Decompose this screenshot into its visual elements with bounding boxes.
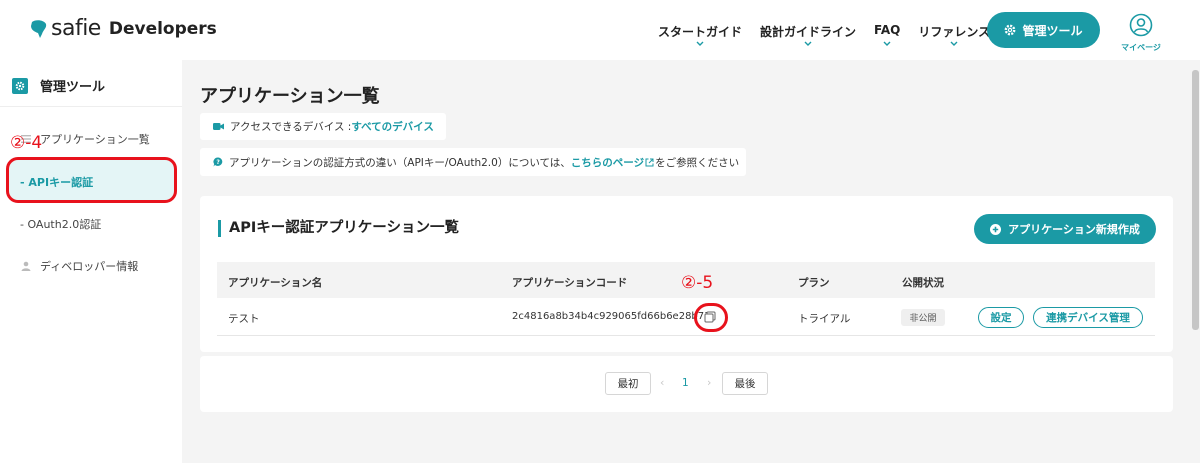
nav-reference[interactable]: リファレンス <box>918 23 991 46</box>
safie-logo-icon <box>31 20 47 38</box>
management-tool-button[interactable]: 管理ツール <box>987 12 1100 48</box>
column-header-app-name: アプリケーション名 <box>228 277 323 289</box>
auth-method-note: ? アプリケーションの認証方式の違い（APIキー/OAuth2.0）については、… <box>200 148 746 176</box>
card-title: APIキー認証アプリケーション一覧 <box>218 220 459 237</box>
nav-label: スタートガイド <box>658 25 743 39</box>
device-info-prefix: アクセスできるデバイス : <box>230 121 352 133</box>
sidebar-item-oauth[interactable]: - OAuth2.0認証 <box>20 216 101 232</box>
site-logo[interactable]: safie Developers <box>30 16 217 41</box>
current-page-number[interactable]: 1 <box>682 377 689 389</box>
plus-circle-icon <box>990 223 1002 235</box>
auth-note-suffix: をご参照ください <box>655 156 740 169</box>
person-icon <box>21 261 31 271</box>
help-bubble-icon: ? <box>213 157 223 167</box>
status-badge: 非公開 <box>901 309 945 326</box>
scrollbar-thumb[interactable] <box>1192 70 1199 330</box>
sidebar-item-developer-info[interactable]: ディベロッパー情報 <box>20 258 138 274</box>
settings-button[interactable]: 設定 <box>978 307 1024 328</box>
column-header-status: 公開状況 <box>902 277 944 289</box>
sidebar-header: 管理ツール <box>12 76 105 95</box>
all-devices-link[interactable]: すべてのデバイス <box>351 119 434 134</box>
device-access-info: アクセスできるデバイス : すべてのデバイス <box>200 113 446 140</box>
logo-brand-text: safie <box>51 16 101 41</box>
next-page-arrow[interactable]: › <box>707 376 711 389</box>
user-icon <box>1129 13 1153 37</box>
auth-note-prefix: アプリケーションの認証方式の違い（APIキー/OAuth2.0）については、 <box>229 156 571 169</box>
sidebar-title: 管理ツール <box>40 80 106 95</box>
cell-app-name: テスト <box>228 313 260 325</box>
page-title: アプリケーション一覧 <box>200 86 380 107</box>
auth-info-page-link[interactable]: こちらのページ <box>571 155 644 170</box>
create-application-label: アプリケーション新規作成 <box>1008 223 1140 236</box>
svg-text:?: ? <box>216 159 220 166</box>
nav-label: リファレンス <box>918 25 991 39</box>
chevron-down-icon <box>696 41 704 46</box>
table-row-divider <box>217 335 1155 336</box>
top-header: safie Developers スタートガイド 設計ガイドライン FAQ リフ… <box>0 0 1200 60</box>
sidebar-item-label: アプリケーション一覧 <box>40 133 150 146</box>
video-camera-icon <box>213 123 224 130</box>
nav-start-guide[interactable]: スタートガイド <box>658 23 743 46</box>
column-header-plan: プラン <box>798 277 830 289</box>
nav-design-guideline[interactable]: 設計ガイドライン <box>760 23 857 46</box>
chevron-down-icon <box>804 41 812 46</box>
sidebar-item-label: - OAuth2.0認証 <box>20 218 102 231</box>
logo-suffix-text: Developers <box>108 18 217 39</box>
sidebar-divider <box>0 106 182 107</box>
chevron-down-icon <box>883 41 891 46</box>
mypage-label: マイページ <box>1121 43 1161 52</box>
first-page-button[interactable]: 最初 <box>605 372 651 395</box>
gear-icon <box>1005 24 1016 36</box>
nav-label: 設計ガイドライン <box>760 25 857 39</box>
settings-icon <box>12 77 28 94</box>
annotation-highlight-circle <box>694 303 728 332</box>
management-tool-label: 管理ツール <box>1022 23 1083 38</box>
column-header-app-code: アプリケーションコード <box>512 277 628 289</box>
last-page-button[interactable]: 最後 <box>722 372 768 395</box>
nav-label: FAQ <box>874 23 901 37</box>
nav-faq[interactable]: FAQ <box>874 23 901 46</box>
annotation-highlight-box <box>6 157 177 203</box>
annotation-label-2-4: ②-4 <box>10 133 43 153</box>
sidebar-item-label: ディベロッパー情報 <box>40 260 139 273</box>
create-application-button[interactable]: アプリケーション新規作成 <box>974 214 1156 244</box>
cell-plan: トライアル <box>798 313 851 325</box>
main-nav: スタートガイド 設計ガイドライン FAQ リファレンス <box>658 23 1008 46</box>
prev-page-arrow[interactable]: ‹ <box>660 376 664 389</box>
annotation-label-2-5: ②-5 <box>681 273 714 293</box>
linked-device-management-button[interactable]: 連携デバイス管理 <box>1033 307 1143 328</box>
external-link-icon <box>645 158 654 166</box>
chevron-down-icon <box>950 41 958 46</box>
cell-app-code: 2c4816a8b34b4c929065fd66b6e28b71 <box>512 311 711 322</box>
mypage-link[interactable]: マイページ <box>1118 13 1164 53</box>
